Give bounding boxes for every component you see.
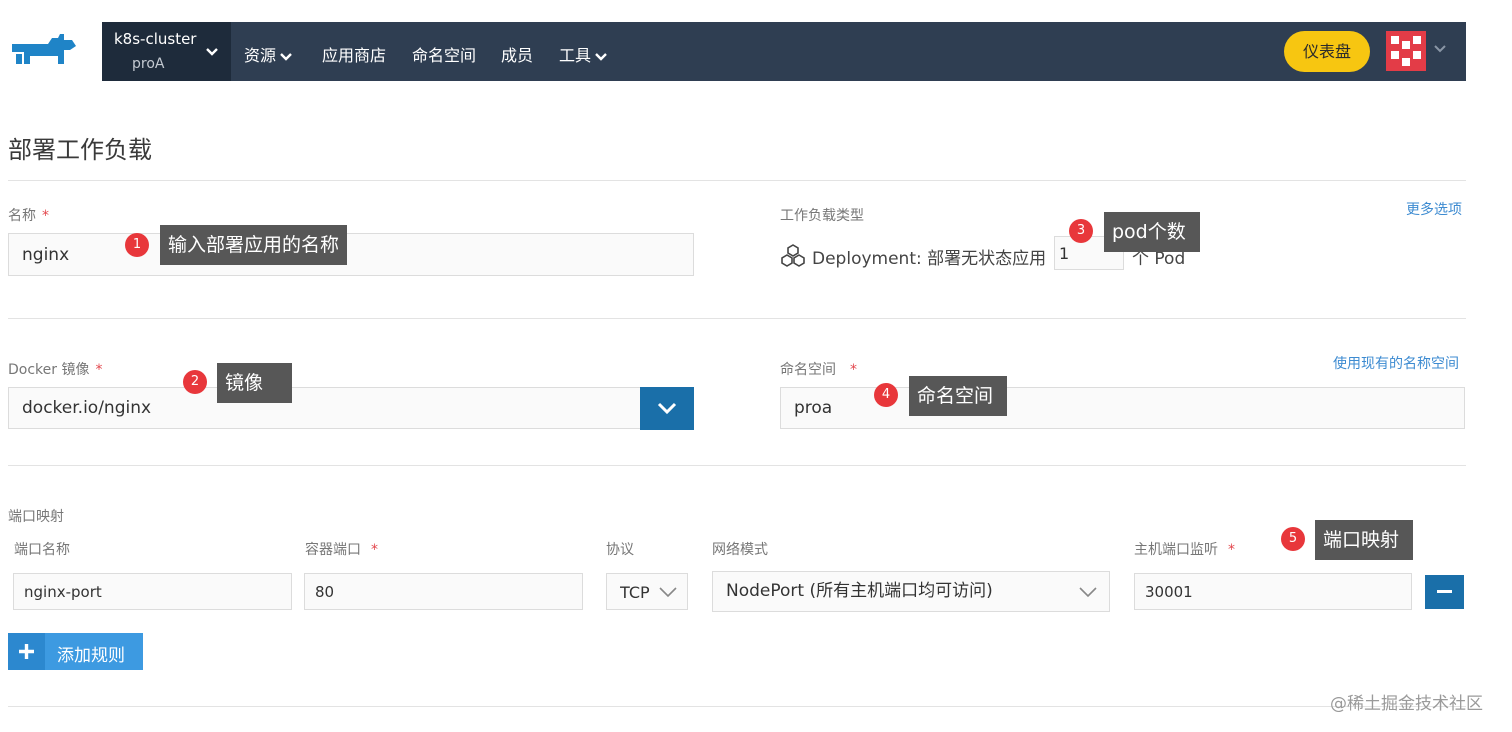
avatar[interactable] <box>1386 31 1426 71</box>
column-container-port: 容器端口 * <box>305 539 378 559</box>
namespace-label: 命名空间 * <box>780 359 857 379</box>
rancher-logo-icon[interactable] <box>8 30 78 74</box>
host-port-input[interactable] <box>1134 573 1412 610</box>
chevron-down-icon <box>595 52 607 61</box>
add-rule-label: 添加规则 <box>57 646 125 666</box>
nav-app-store[interactable]: 应用商店 <box>322 42 386 66</box>
annotation-badge: 1 <box>125 233 149 257</box>
nav-members-label: 成员 <box>501 46 534 65</box>
use-existing-namespace-link[interactable]: 使用现有的名称空间 <box>1333 353 1459 373</box>
nav-members[interactable]: 成员 <box>501 42 533 66</box>
remove-port-button[interactable] <box>1425 575 1464 609</box>
nav-tools[interactable]: 工具 <box>559 42 607 66</box>
container-port-input[interactable] <box>304 573 583 610</box>
port-name-input[interactable] <box>13 573 292 610</box>
annotation-badge: 2 <box>183 370 207 394</box>
project-name: proA <box>132 56 165 72</box>
workload-type-label: 工作负载类型 <box>780 208 864 224</box>
divider <box>8 465 1466 466</box>
plus-icon <box>8 633 45 670</box>
divider <box>8 318 1466 319</box>
chevron-down-icon <box>280 52 292 61</box>
network-mode-select[interactable]: NodePort (所有主机端口均可访问) <box>712 571 1110 612</box>
annotation-tip: 镜像 <box>217 363 292 403</box>
annotation-tip: pod个数 <box>1104 212 1200 252</box>
top-navbar: k8s-cluster proA 资源 应用商店 命名空间 成员 工具 仪表盘 <box>102 22 1466 81</box>
name-label: 名称 * <box>8 205 49 225</box>
nav-resources-label: 资源 <box>244 46 277 65</box>
divider <box>8 706 1466 707</box>
required-mark: * <box>42 208 49 224</box>
annotation-badge: 3 <box>1069 219 1093 243</box>
nav-namespaces[interactable]: 命名空间 <box>412 42 476 66</box>
required-mark: * <box>95 362 103 378</box>
name-label-text: 名称 <box>8 208 36 224</box>
nav-app-store-label: 应用商店 <box>322 46 387 65</box>
deployment-row: Deployment: 部署无状态应用 <box>780 242 1046 270</box>
image-dropdown-button[interactable] <box>640 387 694 430</box>
cluster-name: k8s-cluster <box>114 30 197 48</box>
dashboard-button[interactable]: 仪表盘 <box>1284 31 1370 72</box>
name-input[interactable] <box>8 233 694 276</box>
protocol-select[interactable]: TCP <box>606 573 688 610</box>
protocol-value: TCP <box>620 583 650 602</box>
cluster-project-switcher[interactable]: k8s-cluster proA <box>102 22 231 81</box>
page-title: 部署工作负载 <box>8 136 152 164</box>
column-port-name: 端口名称 <box>14 542 70 558</box>
column-network-mode: 网络模式 <box>712 542 768 558</box>
annotation-badge: 5 <box>1281 527 1305 551</box>
annotation-tip: 输入部署应用的名称 <box>160 225 348 265</box>
nav-resources[interactable]: 资源 <box>244 42 292 66</box>
required-mark: * <box>371 542 378 558</box>
watermark: @稀土掘金技术社区 <box>1330 694 1483 714</box>
column-host-port: 主机端口监听 * <box>1134 539 1235 559</box>
namespace-label-text: 命名空间 <box>780 362 836 378</box>
nav-namespaces-label: 命名空间 <box>412 46 477 65</box>
nav-tools-label: 工具 <box>559 46 592 65</box>
column-host-port-text: 主机端口监听 <box>1134 542 1218 558</box>
annotation-badge: 4 <box>874 383 898 407</box>
deployment-icon <box>781 244 805 267</box>
add-rule-button[interactable]: 添加规则 <box>8 633 143 670</box>
chevron-down-icon <box>206 48 218 56</box>
chevron-down-icon[interactable] <box>1434 44 1446 54</box>
chevron-down-icon <box>1079 587 1097 598</box>
image-label: Docker 镜像 * <box>8 359 102 379</box>
minus-icon <box>1437 590 1452 593</box>
chevron-down-icon <box>659 587 677 598</box>
network-mode-value: NodePort (所有主机端口均可访问) <box>726 581 993 601</box>
image-input[interactable] <box>8 387 648 429</box>
annotation-tip: 命名空间 <box>909 376 1007 416</box>
required-mark: * <box>850 362 857 378</box>
deployment-label: Deployment: 部署无状态应用 <box>812 248 1047 269</box>
image-label-text: Docker 镜像 <box>8 362 90 378</box>
port-mapping-label: 端口映射 <box>8 509 64 525</box>
more-options-link[interactable]: 更多选项 <box>1406 199 1462 219</box>
chevron-down-icon <box>657 402 677 415</box>
divider <box>8 180 1466 181</box>
required-mark: * <box>1228 542 1235 558</box>
annotation-tip: 端口映射 <box>1315 520 1413 560</box>
column-protocol: 协议 <box>606 542 634 558</box>
column-container-port-text: 容器端口 <box>305 542 361 558</box>
